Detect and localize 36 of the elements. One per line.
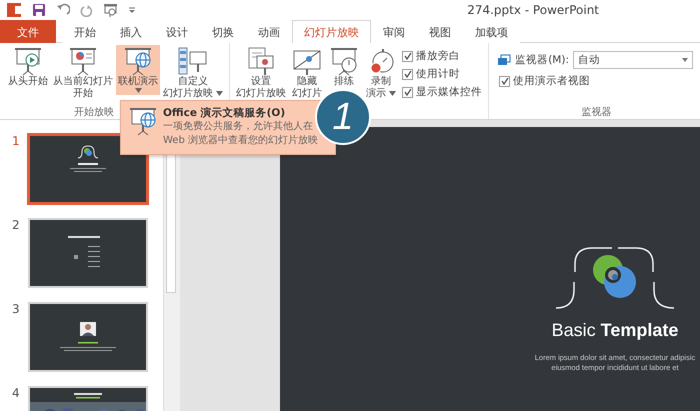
ribbon-button[interactable]: 排练 xyxy=(326,45,362,90)
checkbox[interactable] xyxy=(402,68,414,80)
customize-icon[interactable] xyxy=(128,6,136,14)
group-label: 开始放映 xyxy=(74,107,114,118)
chart-screen-icon xyxy=(67,46,99,76)
ribbon-tab[interactable]: 幻灯片放映 xyxy=(292,20,371,43)
slide-number: 3 xyxy=(12,302,20,316)
checkbox-label: 使用演示者视图 xyxy=(513,74,590,88)
slide-number: 4 xyxy=(12,386,20,400)
ribbon-button[interactable]: 自定义 幻灯片放映 xyxy=(161,45,226,102)
play-screen-icon xyxy=(12,46,44,76)
undo-icon[interactable] xyxy=(56,3,70,17)
slide-number: 1 xyxy=(12,134,20,148)
slide-title: Basic Template xyxy=(552,320,678,341)
globe-screen-icon xyxy=(127,106,157,136)
menu-item-title: Office 演示文稿服务(O) xyxy=(163,106,286,120)
menu-item-description: 一项免费公共服务，允许其他人在 Web 浏览器中查看您的幻灯片放映 xyxy=(163,120,318,148)
monitor-label: 监视器(M): xyxy=(515,53,569,67)
checkbox-label: 播放旁白 xyxy=(416,49,460,63)
slideshow-icon[interactable] xyxy=(103,2,118,18)
checkbox-label: 使用计时 xyxy=(416,67,460,81)
checkbox[interactable] xyxy=(402,86,414,98)
window-title: 274.pptx - PowerPoint xyxy=(466,3,600,17)
checkbox[interactable] xyxy=(402,50,414,62)
list-screen-icon xyxy=(177,46,210,76)
save-icon[interactable] xyxy=(32,3,46,17)
slide-number: 2 xyxy=(12,218,20,232)
group-label: 监视器 xyxy=(582,107,612,118)
slide-thumbnail[interactable] xyxy=(27,133,149,205)
ribbon-button[interactable]: 从当前幻灯片 开始 xyxy=(51,45,115,102)
globe-screen-icon xyxy=(122,46,154,76)
checkbox-label: 显示媒体控件 xyxy=(416,85,482,99)
ribbon-button[interactable]: 设置 幻灯片放映 xyxy=(234,45,288,102)
ribbon-button[interactable]: 从头开始 xyxy=(6,45,50,90)
file-tab[interactable]: 文件 xyxy=(0,20,56,43)
ribbon-button[interactable]: 联机演示 xyxy=(116,45,160,95)
